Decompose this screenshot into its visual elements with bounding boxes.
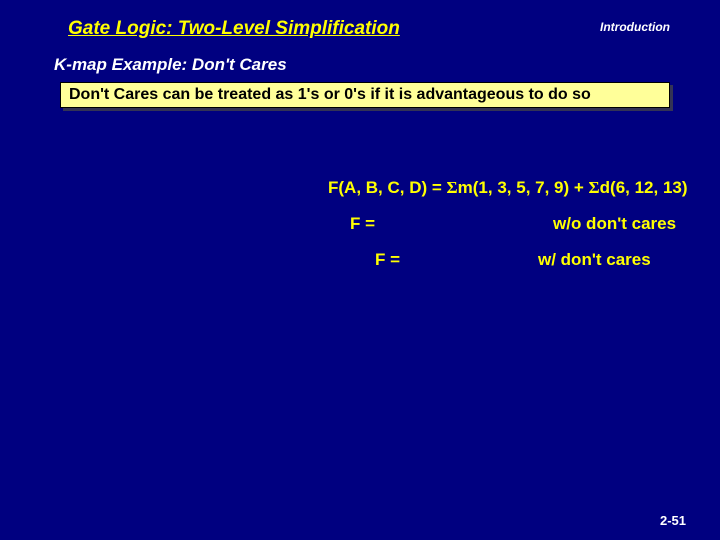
slide-subtitle: K-map Example: Don't Cares [54, 55, 287, 75]
page-number: 2-51 [660, 513, 686, 528]
func-lhs: F(A, B, C, D) = [328, 178, 447, 197]
callout-box: Don't Cares can be treated as 1's or 0's… [60, 82, 670, 108]
corner-label: Introduction [600, 20, 670, 34]
func-dontcares: d(6, 12, 13) [600, 178, 688, 197]
func-minterms: m(1, 3, 5, 7, 9) + [458, 178, 589, 197]
sigma-icon: Σ [589, 178, 600, 197]
slide-title: Gate Logic: Two-Level Simplification [68, 18, 400, 40]
with-dc-label: w/ don't cares [538, 250, 651, 270]
function-definition: F(A, B, C, D) = Σm(1, 3, 5, 7, 9) + Σd(6… [328, 178, 688, 198]
f-equals-label: F = [375, 250, 400, 270]
sigma-icon: Σ [447, 178, 458, 197]
f-equals-label: F = [350, 214, 375, 234]
without-dc-label: w/o don't cares [553, 214, 676, 234]
